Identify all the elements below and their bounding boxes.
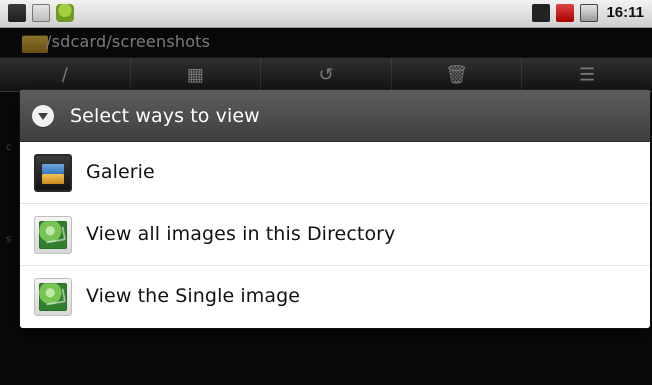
dialog-header: Select ways to view [20,90,650,142]
option-view-single-image[interactable]: View the Single image [20,266,650,328]
battery-icon [580,4,599,22]
gallery-icon [34,154,72,192]
option-galerie[interactable]: Galerie [20,142,650,204]
android-icon [56,4,74,22]
no-signal-icon [556,4,575,22]
status-left-icons [8,4,74,22]
status-right-icons: 16:11 [532,4,644,22]
view-options-dialog: Select ways to view Galerie View all ima… [20,90,650,328]
status-bar: 16:11 [0,0,652,28]
message-icon [32,4,50,22]
android-screen: 16:11 /sdcard/screenshots / ▦ ↺ 🗑 ☰ c s … [0,0,652,385]
image-icon [34,278,72,316]
option-label: View all images in this Directory [86,223,396,245]
bluetooth-icon [532,4,551,22]
option-view-all-images[interactable]: View all images in this Directory [20,204,650,266]
chevron-down-circle-icon [32,105,54,127]
dialog-title: Select ways to view [70,105,260,127]
image-icon [34,216,72,254]
status-time: 16:11 [606,4,644,21]
option-label: Galerie [86,161,155,183]
option-label: View the Single image [86,285,301,307]
usb-icon [8,4,26,22]
dialog-options: Galerie View all images in this Director… [20,142,650,328]
